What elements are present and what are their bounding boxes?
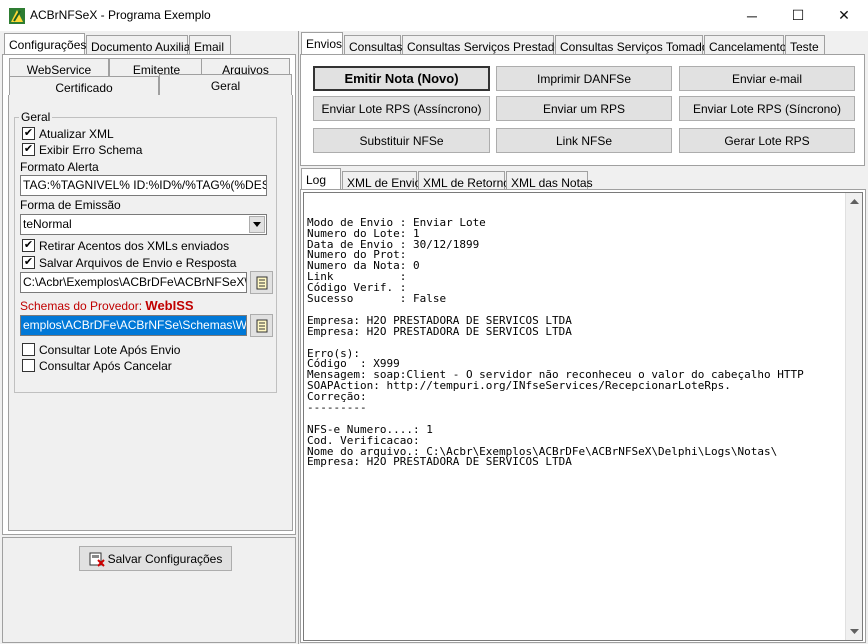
enviar-um-rps-button[interactable]: Enviar um RPS xyxy=(496,96,672,121)
enviar-email-button[interactable]: Enviar e-mail xyxy=(679,66,855,91)
tab-xml-retorno[interactable]: XML de Retorno xyxy=(418,171,510,190)
forma-emissao-select[interactable]: teNormal xyxy=(20,214,267,235)
left-panel: Configurações Documento Auxiliar Email W… xyxy=(0,31,298,644)
log-line: Empresa: H2O PRESTADORA DE SERVICOS LTDA xyxy=(307,455,572,469)
enviar-lote-assincrono-button[interactable]: Enviar Lote RPS (Assíncrono) xyxy=(313,96,490,121)
minimize-button[interactable]: ─ xyxy=(729,0,775,31)
dropdown-arrow-icon[interactable] xyxy=(249,216,265,233)
tab-xml-envio[interactable]: XML de Envio xyxy=(342,171,421,190)
log-lines: Modo de Envio : Enviar Lote Numero do Lot… xyxy=(307,217,859,469)
tab-geral[interactable]: Geral xyxy=(159,74,292,96)
schemas-provider-name: WebISS xyxy=(145,298,194,313)
formato-alerta-label: Formato Alerta xyxy=(20,160,99,174)
tab-xml-notas[interactable]: XML das Notas xyxy=(506,171,593,190)
exibir-erro-schema-checkbox[interactable]: ✔ xyxy=(22,143,35,156)
log-line: Sucesso : False xyxy=(307,292,447,306)
tab-email[interactable]: Email xyxy=(189,35,231,56)
path-input[interactable]: C:\Acbr\Exemplos\ACBrDFe\ACBrNFSeX\Delph xyxy=(20,272,247,293)
consultar-cancelar-checkbox[interactable] xyxy=(22,359,35,372)
gerar-lote-rps-button[interactable]: Gerar Lote RPS xyxy=(679,128,855,153)
atualizar-xml-label: Atualizar XML xyxy=(39,127,114,141)
log-line: SOAPAction: http://tempuri.org/INfseServ… xyxy=(307,379,731,393)
salvar-configuracoes-button[interactable]: Salvar Configurações xyxy=(79,546,232,571)
imprimir-danfse-button[interactable]: Imprimir DANFSe xyxy=(496,66,672,91)
window-title: ACBrNFSeX - Programa Exemplo xyxy=(30,8,211,22)
forma-emissao-label: Forma de Emissão xyxy=(20,198,121,212)
consultar-cancelar-label: Consultar Após Cancelar xyxy=(39,359,172,373)
consultar-lote-label: Consultar Lote Após Envio xyxy=(39,343,181,357)
log-vertical-scrollbar[interactable] xyxy=(845,193,862,640)
atualizar-xml-checkbox[interactable]: ✔ xyxy=(22,127,35,140)
log-line: --------- xyxy=(307,400,367,414)
link-nfse-button[interactable]: Link NFSe xyxy=(496,128,672,153)
consultar-lote-checkbox[interactable] xyxy=(22,343,35,356)
geral-group-title: Geral xyxy=(19,110,53,124)
tab-consultas[interactable]: Consultas xyxy=(344,35,402,56)
tab-log[interactable]: Log xyxy=(301,168,341,190)
tab-certificado[interactable]: Certificado xyxy=(9,76,159,96)
schemas-path-input[interactable]: emplos\ACBrDFe\ACBrNFSe\Schemas\WebISS xyxy=(20,315,247,336)
enviar-lote-sincrono-button[interactable]: Enviar Lote RPS (Síncrono) xyxy=(679,96,855,121)
tab-consultas-servicos-tomados[interactable]: Consultas Serviços Tomados xyxy=(555,35,715,56)
document-icon xyxy=(256,276,267,289)
tab-configuracoes[interactable]: Configurações xyxy=(4,33,86,55)
tab-envios[interactable]: Envios xyxy=(301,32,343,55)
substituir-nfse-button[interactable]: Substituir NFSe xyxy=(313,128,490,153)
title-bar: ACBrNFSeX - Programa Exemplo ─ ☐ ✕ xyxy=(0,0,868,31)
close-button[interactable]: ✕ xyxy=(821,0,867,31)
browse-schemas-button[interactable] xyxy=(250,314,273,337)
exibir-erro-schema-label: Exibir Erro Schema xyxy=(39,143,143,157)
formato-alerta-input[interactable]: TAG:%TAGNIVEL% ID:%ID%/%TAG%(%DESCRI xyxy=(20,175,267,196)
tab-cancelamento[interactable]: Cancelamento xyxy=(704,35,786,56)
schemas-provider-label: Schemas do Provedor: WebISS xyxy=(20,298,194,313)
log-memo[interactable]: Modo de Envio : Enviar Lote Numero do Lot… xyxy=(303,192,863,641)
maximize-button[interactable]: ☐ xyxy=(775,0,821,31)
log-line: Empresa: H2O PRESTADORA DE SERVICOS LTDA xyxy=(307,324,572,338)
scroll-down-icon[interactable] xyxy=(846,623,863,640)
document-icon xyxy=(256,319,267,332)
salvar-arquivos-checkbox[interactable]: ✔ xyxy=(22,256,35,269)
retirar-acentos-label: Retirar Acentos dos XMLs enviados xyxy=(39,239,230,253)
save-config-icon xyxy=(89,552,105,567)
app-logo-icon xyxy=(8,7,26,25)
browse-folder-button[interactable] xyxy=(250,271,273,294)
tab-teste[interactable]: Teste xyxy=(785,35,825,56)
retirar-acentos-checkbox[interactable]: ✔ xyxy=(22,239,35,252)
emitir-nota-button[interactable]: Emitir Nota (Novo) xyxy=(313,66,490,91)
tab-documento-auxiliar[interactable]: Documento Auxiliar xyxy=(86,35,194,56)
log-line: Correção: xyxy=(307,390,367,404)
salvar-arquivos-label: Salvar Arquivos de Envio e Resposta xyxy=(39,256,237,270)
scroll-up-icon[interactable] xyxy=(846,193,863,210)
tab-consultas-servicos-prestados[interactable]: Consultas Serviços Prestados xyxy=(402,35,567,56)
right-panel: Envios Consultas Consultas Serviços Pres… xyxy=(299,31,868,644)
